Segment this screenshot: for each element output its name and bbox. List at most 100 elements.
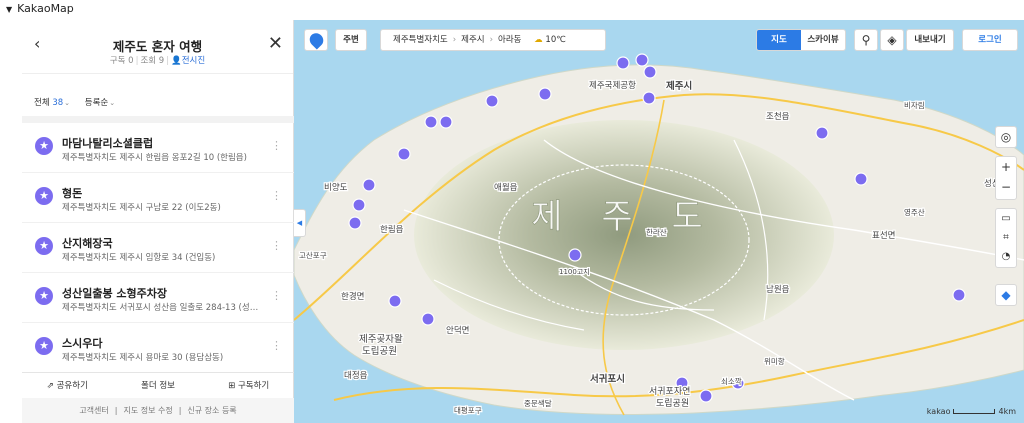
folder-title: 제주도 혼자 여행: [112, 39, 203, 54]
list-item[interactable]: ★ 성산일출봉 소형주차장 제주특별자치도 서귀포시 성산읍 일출로 284-1…: [22, 273, 294, 323]
breadcrumb-province[interactable]: 제주특별자치도: [393, 35, 448, 45]
crosshair-icon: ◎: [1000, 130, 1012, 144]
place-address: 제주특별자치도 제주시 구남로 22 (이도2동): [62, 203, 221, 213]
chevron-right-icon: ›: [452, 35, 457, 45]
label-gotjawal: 제주곶자왈: [359, 334, 403, 345]
label-daepyeong: 대평포구: [454, 405, 482, 415]
star-icon: ★: [35, 287, 53, 305]
collapse-sidebar-button[interactable]: ◀: [294, 209, 306, 237]
label-jungmun: 중문색달: [524, 398, 552, 408]
place-name[interactable]: 마담나탈리소셜클럽: [62, 135, 153, 151]
folder-sidebar: ‹ 제주도 혼자 여행 구독 0 | 조회 9 | 👤전시진 ✕ 전체 38⌄ 등록순⌄…: [22, 20, 294, 423]
label-wimi: 위미항: [764, 357, 785, 366]
sort-dropdown[interactable]: 등록순⌄: [85, 98, 115, 108]
subscribe-button[interactable]: ⊞ 구독하기: [203, 373, 294, 398]
map-canvas[interactable]: 제 주 도 제주국제공항 제주시 서귀포시 애월읍 한림읍 한경면 안덕면 대정…: [294, 20, 1024, 423]
filter-bar: 전체 38⌄ 등록순⌄: [34, 96, 115, 108]
list-item[interactable]: ★ 스시우다 제주특별자치도 제주시 용마로 30 (용담삼동) ⋮: [22, 323, 294, 373]
place-address: 제주특별자치도 서귀포시 성산읍 일출로 284-13 (성…: [62, 303, 259, 313]
share-button[interactable]: ⇗ 공유하기: [22, 373, 113, 398]
scale-distance: 4km: [998, 407, 1016, 416]
radius-icon[interactable]: ◔: [996, 247, 1016, 266]
list-item[interactable]: ★ 산지해장국 제주특별자치도 제주시 임항로 34 (건입동) ⋮: [22, 223, 294, 273]
folder-info-button[interactable]: 폴더 정보: [113, 373, 204, 398]
window-titlebar[interactable]: ▼ KakaoMap: [0, 0, 1024, 18]
nearby-button[interactable]: 주변: [335, 29, 367, 51]
label-namwon: 남원읍: [766, 285, 790, 295]
login-button[interactable]: 로그인: [962, 29, 1018, 51]
map-mode-button[interactable]: 지도: [757, 30, 801, 50]
folder-actions: ⇗ 공유하기 폴더 정보 ⊞ 구독하기: [22, 372, 294, 398]
breadcrumb-district[interactable]: 아라동: [498, 35, 521, 45]
place-name[interactable]: 산지해장국: [62, 235, 113, 251]
breadcrumb-city[interactable]: 제주시: [461, 35, 484, 45]
close-icon[interactable]: ✕: [268, 33, 283, 54]
folder-meta: 구독 0 | 조회 9 | 👤전시진: [109, 56, 206, 66]
ruler-icon[interactable]: ▭: [996, 209, 1016, 228]
label-seogwipo-park2: 도립공원: [656, 398, 689, 409]
place-address: 제주특별자치도 제주시 한림읍 옹포2길 10 (한림읍): [62, 153, 247, 163]
sidebar-header: ‹ 제주도 혼자 여행 구독 0 | 조회 9 | 👤전시진 ✕: [22, 20, 293, 74]
more-options-icon[interactable]: ⋮: [271, 339, 282, 352]
layers-button[interactable]: ◈: [880, 29, 904, 51]
sidebar-footer: 고객센터 | 지도 정보 수정 | 신규 장소 등록: [22, 398, 294, 423]
chevron-down-icon: ⌄: [64, 99, 71, 107]
my-location-button[interactable]: [304, 29, 328, 51]
more-options-icon[interactable]: ⋮: [271, 239, 282, 252]
list-item[interactable]: ★ 마담나탈리소셜클럽 제주특별자치도 제주시 한림읍 옹포2길 10 (한림읍…: [22, 123, 294, 173]
location-pin-icon: [306, 30, 327, 50]
label-hangyeong: 한경면: [341, 291, 364, 302]
register-place-link[interactable]: 신규 장소 등록: [187, 406, 236, 415]
export-button[interactable]: 내보내기: [906, 29, 954, 51]
owner-name[interactable]: 전시진: [182, 56, 205, 66]
kakao-logo: kakao: [926, 407, 951, 416]
star-icon: ★: [35, 187, 53, 205]
weather-temp: 10℃: [545, 35, 566, 45]
section-divider: [22, 116, 294, 123]
place-name[interactable]: 형돈: [62, 185, 82, 201]
more-options-icon[interactable]: ⋮: [271, 139, 282, 152]
place-address: 제주특별자치도 제주시 임항로 34 (건입동): [62, 253, 216, 263]
place-list: ★ 마담나탈리소셜클럽 제주특별자치도 제주시 한림읍 옹포2길 10 (한림읍…: [22, 123, 294, 373]
map-svg: 제 주 도 제주국제공항 제주시 서귀포시 애월읍 한림읍 한경면 안덕면 대정…: [294, 53, 1024, 416]
map-pin-icon: ⚲: [861, 33, 871, 47]
filter-all-dropdown[interactable]: 전체 38⌄: [34, 98, 70, 108]
support-link[interactable]: 고객센터: [79, 406, 108, 415]
share-icon: ⇗: [46, 381, 57, 391]
area-measure-icon[interactable]: ⌗: [996, 228, 1016, 247]
label-biyangdo: 비양도: [324, 182, 348, 193]
collapse-triangle-icon[interactable]: ▼: [6, 5, 12, 14]
label-airport: 제주국제공항: [589, 81, 636, 91]
view-count: 조회 9: [140, 56, 165, 66]
route-button[interactable]: ◆: [995, 284, 1017, 306]
owner-avatar-icon: 👤: [171, 56, 182, 66]
zoom-out-button[interactable]: −: [996, 177, 1016, 197]
label-yeongjusan: 영주산: [904, 207, 925, 217]
chevron-left-icon: ◀: [296, 219, 303, 227]
label-gosan: 고산포구: [299, 250, 327, 260]
breadcrumb: 제주특별자치도 › 제주시 › 아라동 ☁ 10℃: [380, 29, 606, 51]
scale-bar: [953, 409, 996, 414]
region-big-label: 제 주 도: [531, 197, 716, 237]
place-name[interactable]: 스시우다: [62, 335, 102, 351]
star-icon: ★: [35, 137, 53, 155]
label-gotjawal-park: 도립공원: [362, 345, 397, 357]
app-frame: ‹ 제주도 혼자 여행 구독 0 | 조회 9 | 👤전시진 ✕ 전체 38⌄ 등록순⌄…: [22, 20, 1024, 423]
label-pyoseon: 표선면: [872, 230, 895, 241]
poi-toggle-button[interactable]: ⚲: [854, 29, 878, 51]
star-icon: ★: [35, 337, 53, 355]
label-jeju-si: 제주시: [666, 80, 692, 92]
label-andeok: 안덕면: [446, 325, 469, 336]
place-name[interactable]: 성산일출봉 소형주차장: [62, 285, 167, 301]
label-seogwipo-park: 서귀포자연: [649, 386, 690, 397]
more-options-icon[interactable]: ⋮: [271, 289, 282, 302]
weather-cloud-icon: ☁: [534, 35, 543, 45]
label-jocheon: 조천읍: [766, 111, 790, 122]
skyview-button[interactable]: 스카이뷰: [801, 30, 845, 50]
edit-map-link[interactable]: 지도 정보 수정: [123, 406, 172, 415]
current-location-button[interactable]: ◎: [995, 126, 1017, 148]
zoom-in-button[interactable]: +: [996, 157, 1016, 177]
list-item[interactable]: ★ 형돈 제주특별자치도 제주시 구남로 22 (이도2동) ⋮: [22, 173, 294, 223]
navigation-icon: ◆: [1001, 288, 1011, 302]
more-options-icon[interactable]: ⋮: [271, 189, 282, 202]
